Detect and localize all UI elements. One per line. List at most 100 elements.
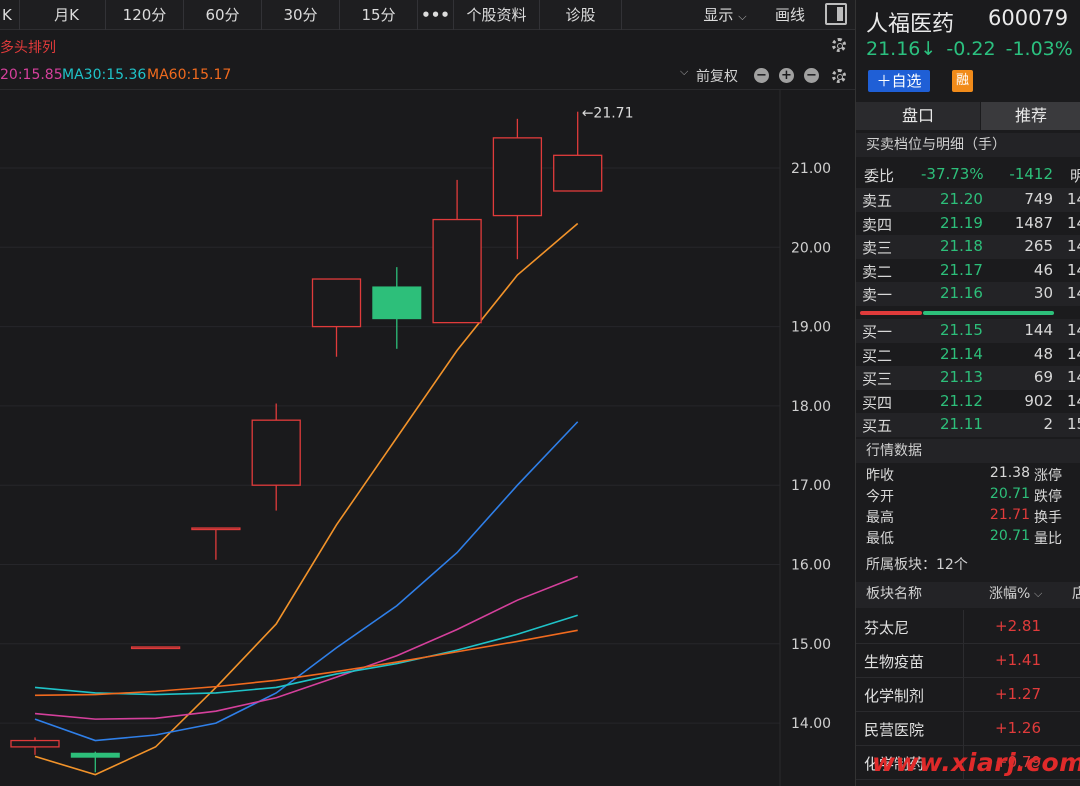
level-price: 21.19 bbox=[940, 213, 983, 232]
ma30-line bbox=[34, 614, 578, 696]
tab-stock-diagnosis[interactable]: 诊股 bbox=[540, 0, 622, 30]
minus-circle-icon[interactable]: − bbox=[754, 68, 769, 83]
level-label: 买四 bbox=[862, 393, 893, 412]
gear-icon[interactable] bbox=[832, 38, 846, 52]
candle[interactable] bbox=[130, 646, 181, 650]
sector-name: 民营医院 bbox=[864, 721, 925, 739]
level-price: 21.15 bbox=[940, 321, 983, 339]
stat-label: 昨收 bbox=[866, 468, 894, 484]
candle[interactable] bbox=[191, 527, 241, 560]
quote-panel: 人福医药 600079 21.16↓ -0.22 -1.03% ＋自选 融 盘口… bbox=[855, 0, 1080, 786]
stat-value: 21.38 bbox=[989, 465, 1030, 481]
column-divider bbox=[963, 678, 964, 711]
chart-grid bbox=[0, 90, 781, 786]
candlestick-chart[interactable]: 21.00 20.00 19.00 18.00 17.00 16.00 15.00 14.00… bbox=[0, 90, 855, 786]
bids-level-row[interactable]: 买一 21.15 144 14 bbox=[856, 319, 1080, 343]
bids-level-row[interactable]: 买四 21.12 902 14 bbox=[856, 390, 1080, 414]
y-tick-label: 18.00 bbox=[791, 399, 831, 415]
sector-row[interactable]: 化学制剂 +1.27 bbox=[856, 678, 1080, 712]
sector-row[interactable]: 芬太尼 +2.81 bbox=[856, 610, 1080, 644]
candle[interactable] bbox=[10, 737, 60, 755]
candle[interactable] bbox=[251, 403, 301, 511]
level-price: 21.18 bbox=[940, 237, 983, 255]
stat-row: 昨收 21.38 涨停 bbox=[856, 464, 1080, 485]
zoom-out-circle-icon[interactable]: − bbox=[804, 68, 819, 83]
tab-recommend[interactable]: 推荐 bbox=[981, 102, 1080, 130]
level-extra: 15 bbox=[1067, 415, 1080, 433]
gear-icon[interactable] bbox=[832, 69, 846, 83]
column-divider bbox=[963, 610, 964, 643]
level-extra: 14 bbox=[1067, 368, 1080, 386]
bids-level-row[interactable]: 买二 21.14 48 14 bbox=[856, 343, 1080, 367]
last-price: 21.16↓ bbox=[866, 38, 937, 60]
tab-15min[interactable]: 15分 bbox=[340, 0, 418, 30]
y-tick-label: 17.00 bbox=[791, 478, 831, 494]
tab-120min[interactable]: 120分 bbox=[106, 0, 184, 30]
level-label: 卖三 bbox=[862, 239, 893, 257]
add-watchlist-button[interactable]: ＋自选 bbox=[868, 70, 930, 92]
candle[interactable] bbox=[492, 118, 543, 260]
level-label: 卖四 bbox=[862, 215, 893, 234]
tab-orderbook[interactable]: 盘口 bbox=[856, 102, 980, 130]
level-price: 21.20 bbox=[940, 190, 983, 208]
ma30-legend: MA30:15.36 bbox=[62, 67, 147, 83]
plus-circle-icon[interactable]: + bbox=[779, 68, 794, 83]
more-tabs-button[interactable]: ••• bbox=[418, 0, 454, 30]
candle[interactable] bbox=[553, 111, 603, 192]
level-extra: 14 bbox=[1067, 213, 1080, 232]
stat-row: 今开 20.71 跌停 bbox=[856, 485, 1080, 506]
y-tick-label: 16.00 bbox=[791, 558, 831, 574]
candle-body bbox=[130, 646, 181, 650]
draw-line-button[interactable]: 画线 bbox=[762, 0, 818, 30]
asks-level-row[interactable]: 卖三 21.18 265 14 bbox=[856, 235, 1080, 259]
level-volume: 749 bbox=[1024, 190, 1053, 208]
sector-name: 生物疫苗 bbox=[864, 653, 925, 671]
stat-right-label: 跌停 bbox=[1034, 489, 1062, 505]
level-price: 21.11 bbox=[940, 415, 983, 433]
candle-body bbox=[492, 137, 543, 217]
candle-body bbox=[191, 527, 241, 531]
market-data-title: 行情数据 bbox=[856, 439, 1080, 463]
bids-level-row[interactable]: 买五 21.11 2 15 bbox=[856, 413, 1080, 437]
moving-average-lines bbox=[34, 222, 579, 776]
level-volume: 48 bbox=[1033, 344, 1053, 363]
tab-30min[interactable]: 30分 bbox=[262, 0, 340, 30]
sector-row[interactable]: 民营医院 +1.26 bbox=[856, 712, 1080, 746]
sector-pct-header[interactable]: 涨幅% bbox=[989, 582, 1030, 606]
level-volume: 265 bbox=[1024, 237, 1053, 255]
tab-60min[interactable]: 60分 bbox=[184, 0, 262, 30]
candle-body bbox=[70, 752, 120, 758]
level-extra: 14 bbox=[1067, 190, 1080, 208]
stat-value: 20.71 bbox=[989, 528, 1030, 544]
ma5-line bbox=[34, 222, 579, 776]
asks-level-row[interactable]: 卖二 21.17 46 14 bbox=[856, 259, 1080, 283]
level-label: 卖二 bbox=[862, 262, 893, 281]
candle[interactable] bbox=[432, 179, 482, 324]
stat-label: 最低 bbox=[866, 531, 894, 547]
tab-stock-profile[interactable]: 个股资料 bbox=[454, 0, 540, 30]
tab-monthly-k[interactable]: 月K bbox=[28, 0, 106, 30]
asks-level-row[interactable]: 卖五 21.20 749 14 bbox=[856, 188, 1080, 212]
bids-level-row[interactable]: 买三 21.13 69 14 bbox=[856, 366, 1080, 390]
level-label: 买五 bbox=[862, 417, 893, 435]
candle[interactable] bbox=[311, 278, 362, 357]
tab-stub[interactable]: K bbox=[0, 0, 20, 30]
stock-code: 600079 bbox=[988, 6, 1069, 30]
pattern-label: 多头排列 bbox=[0, 40, 56, 56]
stat-row: 最高 21.71 换手 bbox=[856, 506, 1080, 527]
level-volume: 902 bbox=[1024, 391, 1053, 410]
margin-trading-badge: 融 bbox=[952, 70, 973, 92]
y-axis-ticks: 21.00 20.00 19.00 18.00 17.00 16.00 15.00 14.00 bbox=[791, 161, 831, 732]
display-menu-button[interactable]: 显示 ⌵ bbox=[690, 0, 760, 30]
ratio-label: 委比 bbox=[864, 167, 895, 185]
price-change-pct: -1.03% bbox=[1005, 38, 1073, 60]
y-tick-label: 14.00 bbox=[791, 716, 831, 732]
asks-level-row[interactable]: 卖一 21.16 30 14 bbox=[856, 282, 1080, 306]
candle[interactable] bbox=[372, 267, 422, 349]
panel-toggle-icon[interactable] bbox=[825, 3, 847, 25]
asks-level-row[interactable]: 卖四 21.19 1487 14 bbox=[856, 212, 1080, 236]
sector-row[interactable]: 生物疫苗 +1.41 bbox=[856, 644, 1080, 678]
level-extra: 14 bbox=[1067, 260, 1080, 279]
ma20-legend: 20:15.85 bbox=[0, 67, 63, 83]
adjust-mode-select[interactable]: 前复权 bbox=[696, 66, 738, 86]
